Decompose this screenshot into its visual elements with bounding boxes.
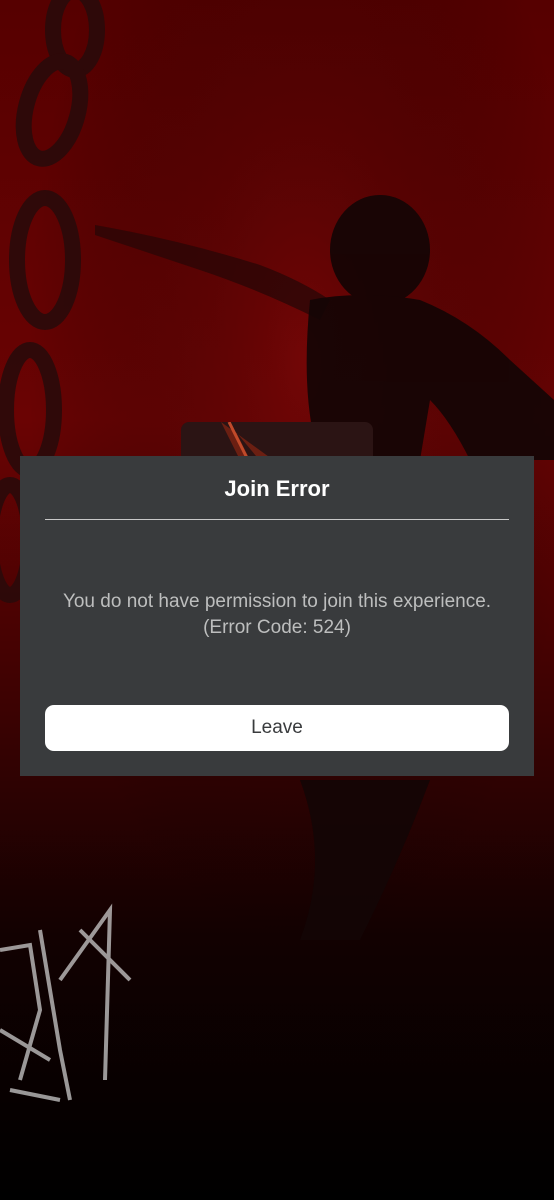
error-message: You do not have permission to join this …: [30, 589, 524, 641]
leave-button[interactable]: Leave: [45, 705, 509, 751]
error-code-text: (Error Code: 524): [203, 617, 351, 638]
error-message-text: You do not have permission to join this …: [62, 591, 492, 612]
dialog-divider: [45, 519, 509, 520]
dialog-title: Join Error: [224, 476, 330, 501]
